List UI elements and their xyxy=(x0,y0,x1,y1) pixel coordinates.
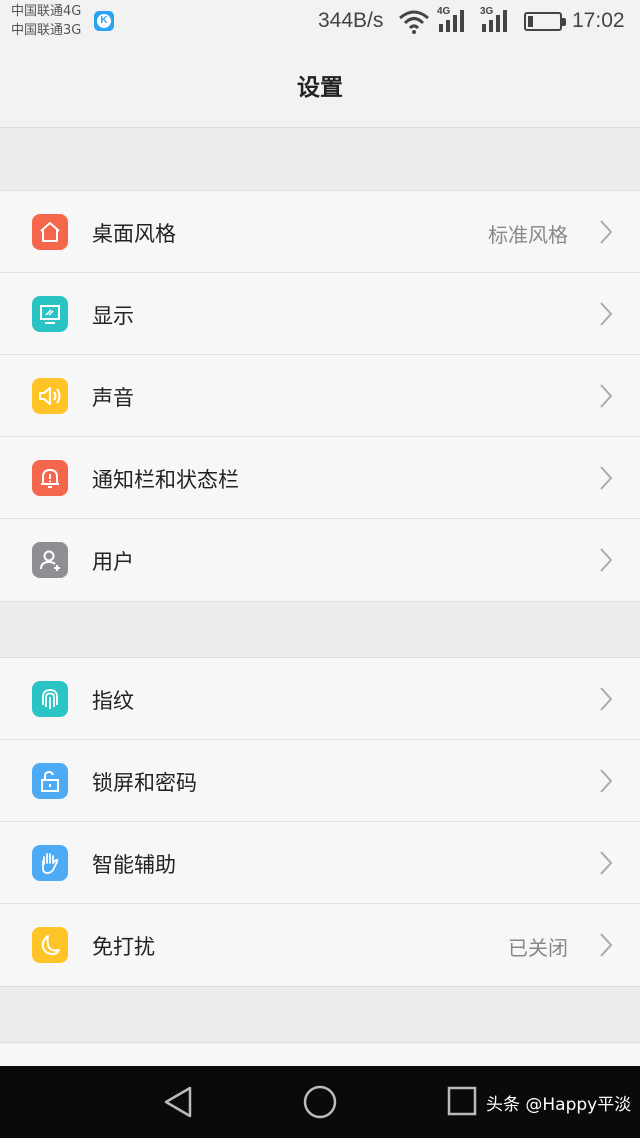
settings-group-1: 桌面风格 标准风格 显示 声音 通知栏和状态栏 用户 xyxy=(0,190,640,602)
setting-label: 通知栏和状态栏 xyxy=(92,468,239,492)
bell-icon xyxy=(32,460,68,496)
home-circle-icon[interactable] xyxy=(302,1084,338,1120)
setting-label: 桌面风格 xyxy=(92,222,176,246)
setting-row-display[interactable]: 显示 xyxy=(0,273,640,355)
setting-row-lock-screen[interactable]: 锁屏和密码 xyxy=(0,740,640,822)
moon-icon xyxy=(32,927,68,963)
network-speed: 344B/s xyxy=(318,9,384,32)
k-app-icon xyxy=(94,11,114,31)
setting-row-notification[interactable]: 通知栏和状态栏 xyxy=(0,437,640,519)
chevron-right-icon xyxy=(600,687,613,711)
carrier-2: 中国联通3G xyxy=(11,23,82,38)
setting-row-do-not-disturb[interactable]: 免打扰 已关闭 xyxy=(0,904,640,986)
signal-icon-2 xyxy=(482,10,507,32)
user-icon xyxy=(32,542,68,578)
chevron-right-icon xyxy=(600,220,613,244)
setting-label: 免打扰 xyxy=(92,935,155,959)
chevron-right-icon xyxy=(600,851,613,875)
page-title: 设置 xyxy=(297,75,343,101)
chevron-right-icon xyxy=(600,769,613,793)
setting-label: 声音 xyxy=(92,386,134,410)
hand-icon xyxy=(32,845,68,881)
carrier-1: 中国联通4G xyxy=(11,4,82,19)
setting-label: 智能辅助 xyxy=(92,853,176,877)
chevron-right-icon xyxy=(600,548,613,572)
chevron-right-icon xyxy=(600,466,613,490)
setting-label: 锁屏和密码 xyxy=(92,771,197,795)
battery-icon xyxy=(524,12,566,31)
speaker-icon xyxy=(32,378,68,414)
unlock-icon xyxy=(32,763,68,799)
chevron-right-icon xyxy=(600,302,613,326)
chevron-right-icon xyxy=(600,933,613,957)
setting-label: 显示 xyxy=(92,304,134,328)
display-icon xyxy=(32,296,68,332)
wifi-icon xyxy=(399,10,429,34)
battery-level xyxy=(528,16,533,27)
setting-label: 用户 xyxy=(92,550,134,574)
title-bar: 设置 xyxy=(0,44,640,128)
recent-apps-icon[interactable] xyxy=(447,1086,477,1116)
navigation-bar: 头条 @Happy平淡 xyxy=(0,1066,640,1138)
setting-row-desktop-style[interactable]: 桌面风格 标准风格 xyxy=(0,191,640,273)
setting-value: 已关闭 xyxy=(508,936,568,960)
setting-value: 标准风格 xyxy=(488,223,568,247)
home-icon xyxy=(32,214,68,250)
status-bar: 中国联通4G 中国联通3G 344B/s 4G 3G 17:02 xyxy=(0,0,640,44)
setting-label: 指纹 xyxy=(92,689,134,713)
back-icon[interactable] xyxy=(160,1084,196,1120)
fingerprint-icon xyxy=(32,681,68,717)
watermark: 头条 @Happy平淡 xyxy=(486,1095,632,1115)
clock: 17:02 xyxy=(572,9,625,32)
settings-group-2: 指纹 锁屏和密码 智能辅助 免打扰 已关闭 xyxy=(0,657,640,987)
setting-row-user[interactable]: 用户 xyxy=(0,519,640,601)
setting-row-sound[interactable]: 声音 xyxy=(0,355,640,437)
chevron-right-icon xyxy=(600,384,613,408)
setting-row-smart-assist[interactable]: 智能辅助 xyxy=(0,822,640,904)
setting-row-fingerprint[interactable]: 指纹 xyxy=(0,658,640,740)
signal-icon-1 xyxy=(439,10,464,32)
